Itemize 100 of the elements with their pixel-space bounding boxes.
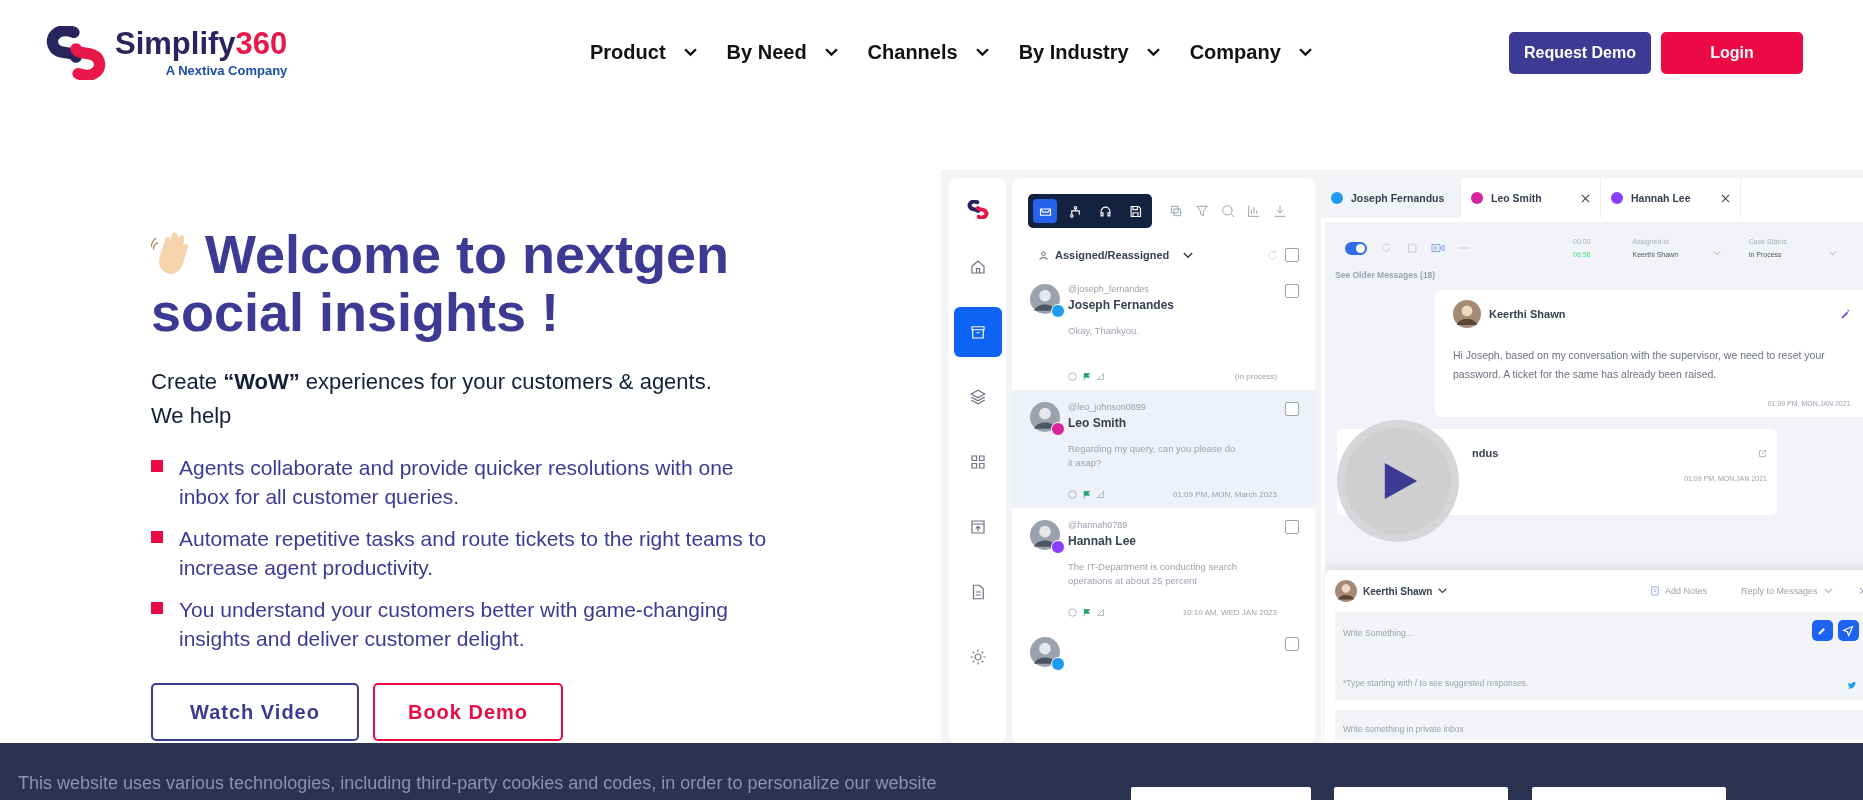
conversation-meta: (In process) [1234, 372, 1277, 381]
close-icon[interactable] [1581, 193, 1590, 203]
chevron-down-icon[interactable] [683, 48, 697, 57]
message-preview: Okay, Thankyou. [1068, 324, 1140, 338]
chat-tab[interactable]: Joseph Fernandus [1321, 178, 1461, 218]
hero-intro: Create “WoW” experiences for your customers & agents. [151, 369, 713, 395]
download-icon[interactable] [1272, 203, 1288, 219]
bullet-square-icon [151, 602, 163, 614]
avatar [1030, 637, 1060, 668]
close-icon[interactable] [1721, 193, 1730, 203]
checkbox[interactable] [1285, 401, 1299, 416]
refresh-icon[interactable] [1379, 242, 1393, 254]
nav-menu-item[interactable]: Channels [867, 41, 989, 64]
user-handle: @hannah0789 [1068, 519, 1129, 530]
home-icon [968, 258, 987, 276]
chevron-down-icon[interactable] [1438, 588, 1448, 594]
conversation-item[interactable]: @hannah0789 Hannah Lee The IT-Department is conducting search operations at about 25 percent 10:10 AM, WED JAN 2023 [1012, 507, 1315, 626]
reply-placeholder: Write Something... [1343, 628, 1413, 638]
filter-icon[interactable] [1194, 203, 1210, 219]
book-demo-button[interactable]: Book Demo [373, 683, 563, 741]
flag-icon [1082, 607, 1091, 617]
brand-name: Simplify360 [115, 27, 288, 59]
feature-text: Agents collaborate and provide quicker resolutions with one inbox for all customer queries. [179, 455, 735, 510]
refresh-icon[interactable] [1266, 248, 1279, 262]
author-name: ndus [1472, 447, 1499, 459]
private-placeholder: Write something in private inbox [1343, 724, 1464, 734]
feature-text: You understand your customers better with game-changing insights and deliver customer delight. [179, 597, 730, 652]
hero-intro: We help [151, 403, 233, 429]
nav-menu-item[interactable]: Company [1189, 41, 1312, 64]
save-icon [1127, 203, 1143, 219]
bullet-square-icon [151, 531, 163, 543]
reply-hint: *Type starting with / to see suggested responses. [1343, 678, 1529, 688]
copy-icon[interactable] [1168, 203, 1184, 219]
hero-title: Welcome to nextgen [205, 225, 730, 283]
chart-icon[interactable] [1246, 203, 1262, 219]
chevron-down-icon[interactable] [1146, 48, 1160, 57]
user-handle: @leo_johnson0899 [1068, 401, 1147, 412]
contact-name: Leo Smith [1068, 415, 1127, 430]
chevron-down-icon[interactable] [1298, 48, 1312, 57]
watch-video-button[interactable]: Watch Video [151, 683, 359, 741]
avatar [1335, 580, 1357, 602]
chat-tab[interactable]: Leo Smith [1461, 178, 1601, 218]
signal-icon [1096, 372, 1105, 381]
chevron-down-icon[interactable] [824, 48, 838, 57]
nav-menu-item[interactable]: Product [590, 41, 697, 64]
sidebar-item[interactable] [953, 307, 1002, 357]
conversation-item[interactable]: @leo_johnson0899 Leo Smith Regarding my query, can you please do it asap? 01:09 PM, MON, March 2023 [1012, 389, 1315, 508]
emoji-icon [1068, 607, 1077, 617]
grid-icon [968, 453, 987, 471]
nav-menu-item[interactable]: By Industry [1018, 41, 1160, 64]
external-link-icon[interactable] [1758, 448, 1767, 458]
send-button[interactable] [1837, 620, 1859, 641]
network-icon [1067, 203, 1083, 219]
avatar [1030, 284, 1060, 314]
message-text: Hi Joseph, based on my conversation with the supervisor, we need to reset your password. A ticket for the same has already been raised. [1453, 348, 1826, 382]
settings-icon [968, 648, 987, 666]
mode-tab[interactable] [1033, 199, 1057, 223]
emoji-icon [1068, 372, 1077, 381]
checkbox[interactable] [1285, 637, 1299, 652]
filter-dropdown[interactable]: Assigned/Reassigned [1055, 249, 1170, 261]
chevron-down-icon[interactable] [975, 48, 989, 57]
chevron-down-icon[interactable] [1183, 251, 1194, 259]
play-icon [1383, 460, 1419, 502]
user-handle: @joseph_fernandes [1068, 284, 1150, 294]
upload-icon [968, 518, 987, 536]
flag-icon [1082, 372, 1091, 381]
message-preview: The IT-Department is conducting search operations at about 25 percent [1068, 559, 1238, 588]
checkbox[interactable] [1285, 284, 1299, 298]
notes-icon[interactable] [1650, 586, 1659, 596]
emoji-icon [1068, 489, 1077, 499]
author-dropdown[interactable]: Keerthi Shawn [1363, 585, 1433, 597]
logo-icon [966, 200, 989, 219]
bullet-square-icon [151, 460, 163, 472]
inbox-icon [968, 323, 987, 341]
author-name: Keerthi Shawn [1489, 308, 1566, 320]
logo-icon [45, 25, 107, 80]
save-icon[interactable] [1405, 242, 1419, 254]
conversation-item[interactable]: @joseph_fernandes Joseph Fernandes Okay, Thankyou. (In process) [1012, 272, 1315, 390]
login-button[interactable]: Login [1661, 31, 1803, 74]
conversation-meta: 01:09 PM, MON, March 2023 [1172, 489, 1277, 499]
request-demo-button[interactable]: Request Demo [1509, 31, 1651, 74]
layers-icon [968, 388, 987, 406]
feature-text: Automate repetitive tasks and route tickets to the right teams to increase agent productivity. [179, 526, 768, 581]
message-preview: Regarding my query, can you please do it asap? [1068, 441, 1237, 470]
headset-icon [1097, 203, 1113, 219]
toggle-switch[interactable] [1345, 241, 1367, 255]
contact-name: Joseph Fernandes [1068, 298, 1176, 312]
avatar [1030, 519, 1060, 550]
avatar [1030, 401, 1060, 432]
magic-wand-button[interactable] [1811, 620, 1833, 641]
search-icon[interactable] [1220, 203, 1236, 219]
nav-menu-item[interactable]: By Need [726, 41, 838, 64]
video-icon[interactable] [1431, 242, 1445, 254]
contact-name: Hannah Lee [1068, 533, 1137, 548]
checkbox[interactable] [1285, 519, 1299, 534]
magic-wand-icon[interactable] [1839, 308, 1851, 320]
checkbox[interactable] [1285, 248, 1299, 262]
signal-icon [1096, 489, 1105, 499]
conversation-meta: 10:10 AM, WED JAN 2023 [1182, 607, 1277, 617]
chat-tab[interactable]: Hannah Lee [1601, 178, 1741, 218]
